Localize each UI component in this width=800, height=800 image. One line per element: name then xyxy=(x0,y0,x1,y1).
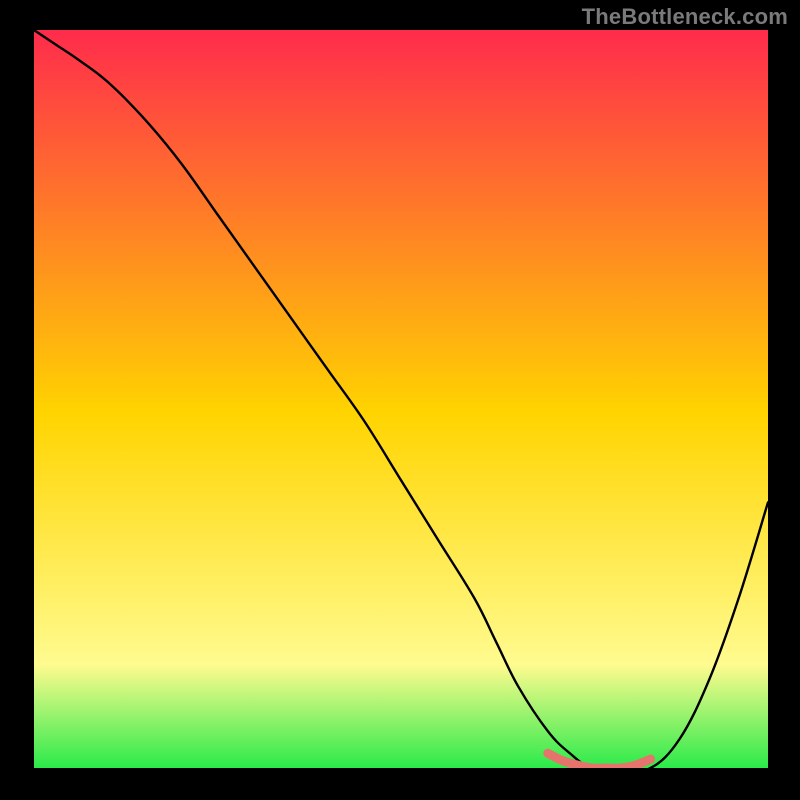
watermark-text: TheBottleneck.com xyxy=(582,4,788,30)
bottleneck-chart-svg xyxy=(34,30,768,768)
plot-area xyxy=(34,30,768,768)
chart-frame: TheBottleneck.com xyxy=(0,0,800,800)
gradient-background xyxy=(34,30,768,768)
